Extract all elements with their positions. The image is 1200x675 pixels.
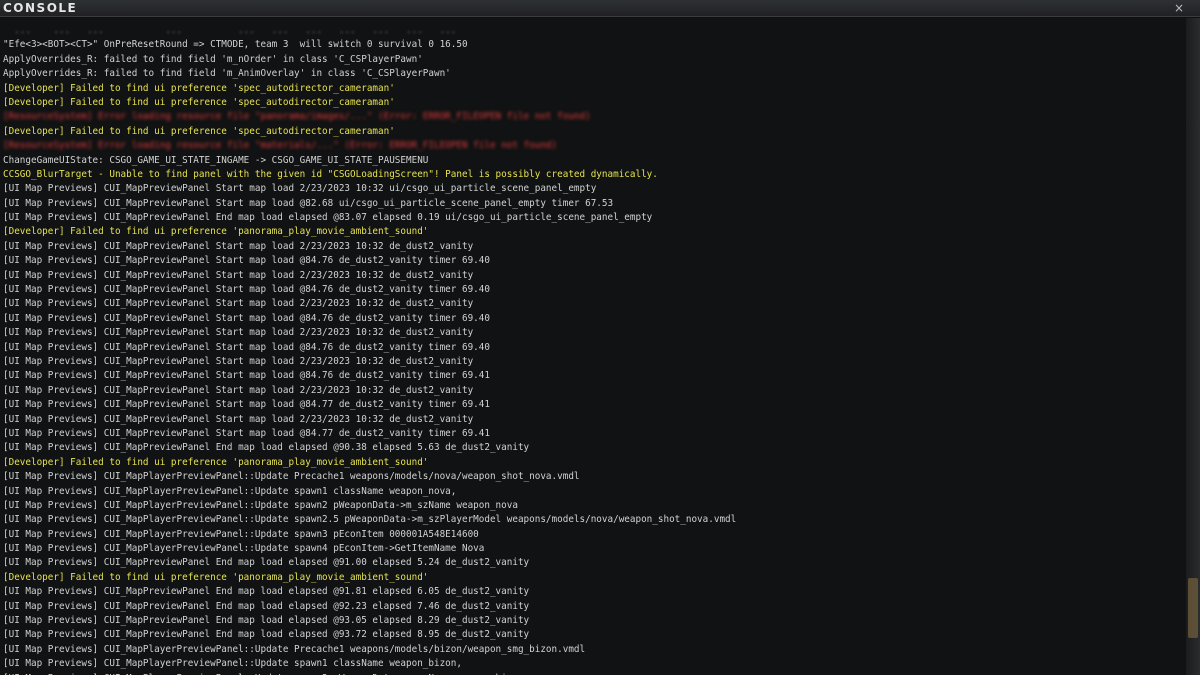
log-line: [UI Map Previews] CUI_MapPlayerPreviewPa… [3, 514, 737, 526]
log-line: [UI Map Previews] CUI_MapPreviewPanel En… [3, 615, 530, 627]
log-line: [UI Map Previews] CUI_MapPreviewPanel En… [3, 557, 530, 569]
log-line: [UI Map Previews] CUI_MapPlayerPreviewPa… [3, 658, 462, 670]
log-line: [UI Map Previews] CUI_MapPreviewPanel St… [3, 370, 490, 382]
log-line: [UI Map Previews] CUI_MapPreviewPanel St… [3, 312, 490, 324]
log-line: [UI Map Previews] CUI_MapPlayerPreviewPa… [3, 471, 580, 483]
log-line: [UI Map Previews] CUI_MapPreviewPanel St… [3, 240, 474, 252]
console-scrollbar[interactable] [1186, 18, 1200, 675]
log-line: [UI Map Previews] CUI_MapPreviewPanel St… [3, 399, 490, 411]
log-line: [Developer] Failed to find ui preference… [3, 96, 395, 108]
log-line: CCSGO_BlurTarget - Unable to find panel … [3, 168, 658, 180]
log-line: [UI Map Previews] CUI_MapPlayerPreviewPa… [3, 543, 485, 555]
log-line: [UI Map Previews] CUI_MapPreviewPanel St… [3, 355, 474, 367]
log-line: [UI Map Previews] CUI_MapPreviewPanel St… [3, 327, 474, 339]
log-line: [Developer] Failed to find ui preference… [3, 456, 429, 468]
log-line: [UI Map Previews] CUI_MapPlayerPreviewPa… [3, 499, 518, 511]
log-line: [Developer] Failed to find ui preference… [3, 82, 395, 94]
log-line: [UI Map Previews] CUI_MapPreviewPanel St… [3, 341, 490, 353]
log-line: [ResourceSystem] Error loading resource … [3, 111, 591, 123]
log-line: [UI Map Previews] CUI_MapPreviewPanel St… [3, 284, 490, 296]
log-line: ApplyOverrides_R: failed to find field '… [3, 53, 423, 65]
log-line: [UI Map Previews] CUI_MapPreviewPanel St… [3, 413, 474, 425]
log-line: [UI Map Previews] CUI_MapPreviewPanel En… [3, 212, 653, 224]
log-line: [UI Map Previews] CUI_MapPreviewPanel En… [3, 586, 530, 598]
log-line: ApplyOverrides_R: failed to find field '… [3, 68, 451, 80]
log-line: [UI Map Previews] CUI_MapPlayerPreviewPa… [3, 643, 586, 655]
log-line: [Developer] Failed to find ui preference… [3, 226, 429, 238]
log-line: "Efe<3><BOT><CT>" OnPreResetRound => CTM… [3, 39, 468, 51]
scrollbar-thumb[interactable] [1188, 578, 1198, 638]
log-line: [ResourceSystem] Error loading resource … [3, 140, 558, 152]
log-line: [UI Map Previews] CUI_MapPreviewPanel En… [3, 600, 530, 612]
log-line: [UI Map Previews] CUI_MapPreviewPanel St… [3, 197, 614, 209]
log-line: [UI Map Previews] CUI_MapPreviewPanel St… [3, 298, 474, 310]
log-line: [UI Map Previews] CUI_MapPreviewPanel St… [3, 427, 490, 439]
console-log[interactable]: ... ... ... ... ... ... ... ... ... ... … [0, 18, 1186, 675]
log-line: [UI Map Previews] CUI_MapPlayerPreviewPa… [3, 672, 1186, 675]
log-line: [UI Map Previews] CUI_MapPreviewPanel St… [3, 269, 474, 281]
log-line: [Developer] Failed to find ui preference… [3, 571, 429, 583]
log-line: ChangeGameUIState: CSGO_GAME_UI_STATE_IN… [3, 154, 429, 166]
log-line: [UI Map Previews] CUI_MapPreviewPanel En… [3, 629, 530, 641]
log-line: ... ... ... ... ... ... ... ... ... ... … [3, 25, 457, 36]
log-line: [UI Map Previews] CUI_MapPreviewPanel En… [3, 442, 530, 454]
log-line: [Developer] Failed to find ui preference… [3, 125, 395, 137]
log-line: [UI Map Previews] CUI_MapPlayerPreviewPa… [3, 528, 479, 540]
log-line: [UI Map Previews] CUI_MapPreviewPanel St… [3, 255, 490, 267]
close-icon[interactable]: × [1172, 0, 1186, 16]
console-titlebar[interactable]: CONSOLE × [0, 0, 1200, 17]
log-line: [UI Map Previews] CUI_MapPreviewPanel St… [3, 183, 597, 195]
log-line: [UI Map Previews] CUI_MapPreviewPanel St… [3, 384, 474, 396]
log-line: [UI Map Previews] CUI_MapPlayerPreviewPa… [3, 485, 457, 497]
window-title: CONSOLE [3, 1, 78, 15]
